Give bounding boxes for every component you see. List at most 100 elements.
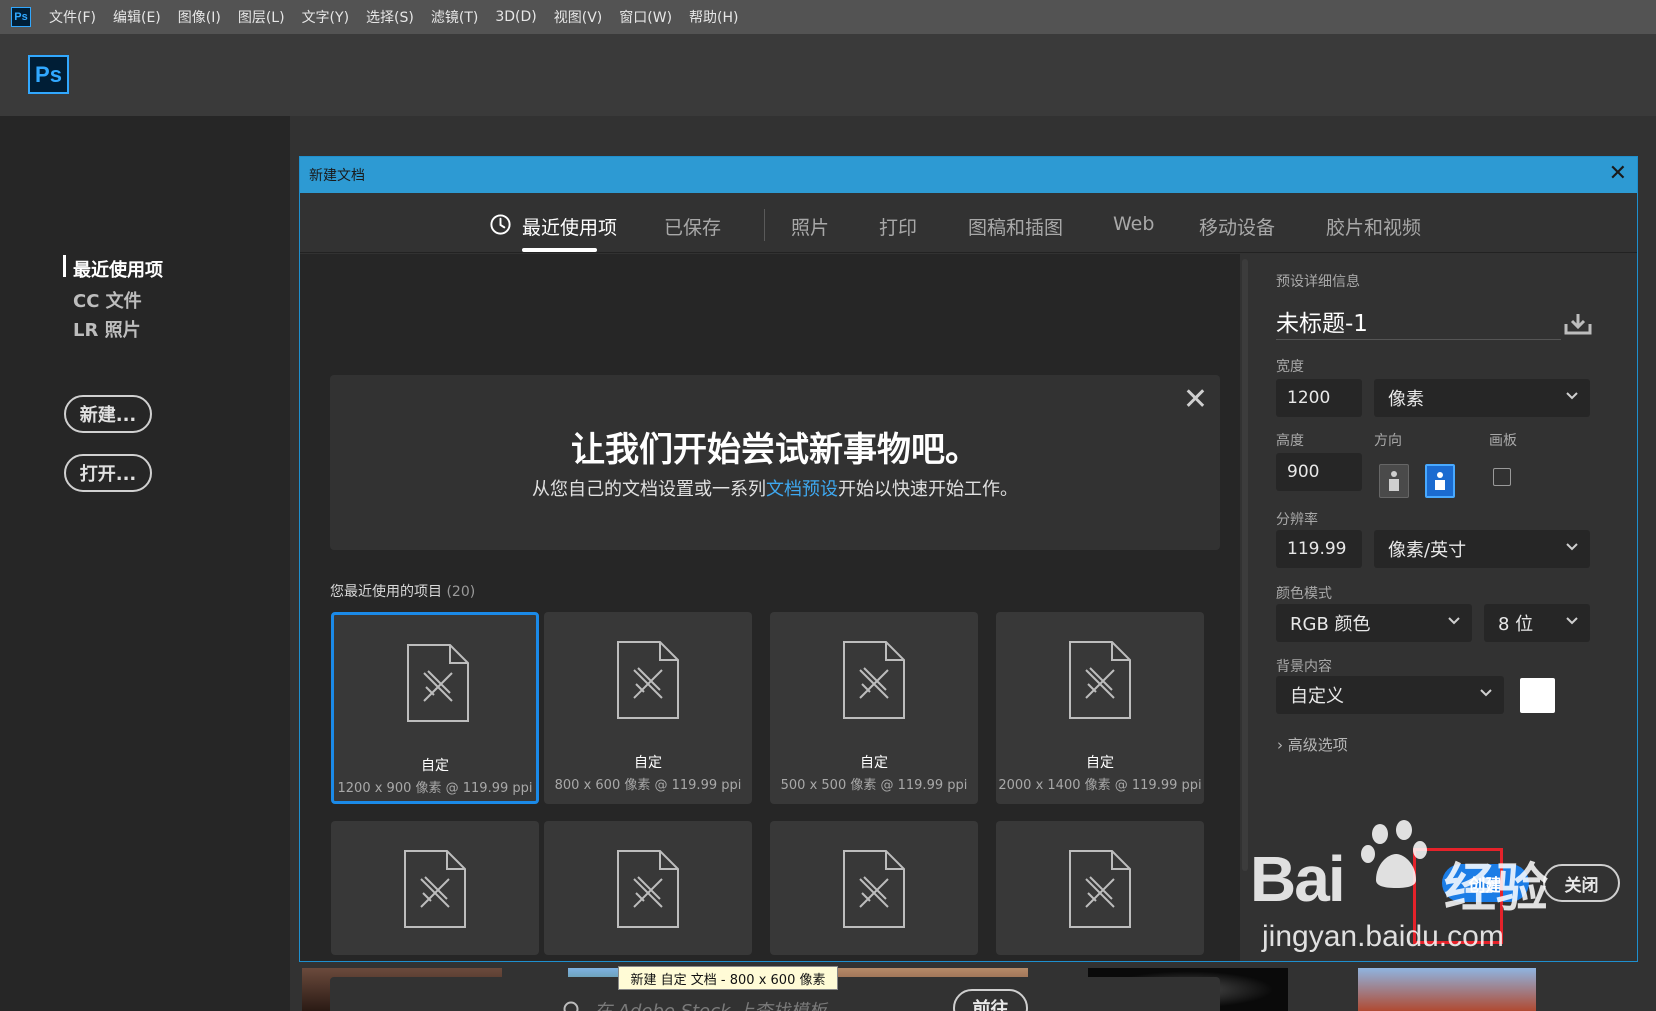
preset-card-spec: 1200 x 900 像素 @ 119.99 ppi	[337, 781, 533, 796]
home-new-button[interactable]: 新建...	[64, 395, 152, 433]
tab-saved[interactable]: 已保存	[664, 213, 721, 240]
tab-web[interactable]: Web	[1113, 213, 1154, 235]
close-banner-icon[interactable]: ✕	[1183, 385, 1208, 415]
nav-recent[interactable]: 最近使用项	[73, 256, 163, 282]
preset-card[interactable]: 自定 2000 x 1400 像素 @ 119.99 ppi	[996, 612, 1204, 804]
resolution-input[interactable]: 119.99	[1276, 530, 1362, 568]
recent-file-thumbnail[interactable]	[1358, 968, 1536, 1011]
resolution-label: 分辨率	[1276, 512, 1318, 528]
stock-go-button[interactable]: 前往	[953, 989, 1028, 1011]
artboard-checkbox[interactable]	[1493, 468, 1511, 486]
chevron-down-icon	[1566, 617, 1578, 625]
preset-card-spec: 2000 x 1400 像素 @ 119.99 ppi	[998, 778, 1202, 793]
preset-card[interactable]: 自定 500 x 500 像素 @ 119.99 ppi	[770, 612, 978, 804]
search-icon	[563, 1001, 579, 1011]
preset-card-name: 自定	[421, 758, 449, 774]
menu-view[interactable]: 视图(V)	[554, 7, 603, 27]
dialog-close-icon[interactable]: ✕	[1609, 163, 1627, 185]
tab-art-illustration[interactable]: 图稿和插图	[968, 213, 1063, 240]
new-document-dialog: 新建文档 ✕ 最近使用项 已保存 照片 打印 图稿和插图 Web 移动设备 胶片…	[299, 156, 1638, 1011]
portrait-orientation-icon[interactable]	[1379, 464, 1409, 498]
document-name-input[interactable]: 未标题-1	[1276, 304, 1561, 340]
preset-card-name: 自定	[860, 755, 888, 771]
width-unit-value: 像素	[1388, 389, 1424, 410]
menu-help[interactable]: 帮助(H)	[689, 7, 738, 27]
welcome-subtitle-text: 开始以快速开始工作。	[838, 479, 1018, 500]
chevron-down-icon	[1566, 543, 1578, 551]
resolution-unit-select[interactable]: 像素/英寸	[1374, 530, 1590, 568]
dialog-title: 新建文档	[309, 168, 365, 184]
preset-tabs: 最近使用项 已保存 照片 打印 图稿和插图 Web 移动设备 胶片和视频	[300, 193, 1637, 253]
close-button[interactable]: 关闭	[1543, 864, 1620, 902]
preset-card[interactable]: 自定 1200 x 900 像素 @ 119.99 ppi	[331, 612, 539, 804]
recent-items-title: 您最近使用的项目	[330, 584, 442, 600]
preset-details-label: 预设详细信息	[1276, 274, 1360, 290]
menu-window[interactable]: 窗口(W)	[619, 7, 672, 27]
chevron-right-icon: ›	[1277, 736, 1283, 754]
tab-mobile[interactable]: 移动设备	[1199, 213, 1275, 240]
color-mode-value: RGB 颜色	[1290, 614, 1371, 635]
chevron-down-icon	[1566, 392, 1578, 400]
tab-print[interactable]: 打印	[879, 213, 917, 240]
menu-select[interactable]: 选择(S)	[366, 7, 414, 27]
bit-depth-value: 8 位	[1498, 614, 1534, 635]
document-preset-icon	[617, 850, 679, 928]
width-unit-select[interactable]: 像素	[1374, 379, 1590, 417]
preset-card[interactable]	[996, 821, 1204, 955]
clock-icon	[490, 214, 511, 235]
preset-card-spec: 500 x 500 像素 @ 119.99 ppi	[780, 778, 968, 793]
tab-photo[interactable]: 照片	[791, 213, 829, 240]
nav-cc-files[interactable]: CC 文件	[73, 287, 142, 313]
tab-recent[interactable]: 最近使用项	[522, 213, 617, 240]
document-presets-link[interactable]: 文档预设	[766, 479, 838, 500]
menu-image[interactable]: 图像(I)	[178, 7, 221, 27]
save-preset-icon[interactable]	[1562, 312, 1594, 336]
menu-file[interactable]: 文件(F)	[49, 7, 96, 27]
document-preset-icon	[1069, 641, 1131, 719]
welcome-banner: 让我们开始尝试新事物吧。 从您自己的文档设置或一系列文档预设开始以快速开始工作。…	[330, 375, 1220, 550]
color-mode-select[interactable]: RGB 颜色	[1276, 604, 1472, 642]
preset-card[interactable]: 自定 800 x 600 像素 @ 119.99 ppi	[544, 612, 752, 804]
presets-area: 让我们开始尝试新事物吧。 从您自己的文档设置或一系列文档预设开始以快速开始工作。…	[300, 254, 1240, 1011]
menu-bar: Ps 文件(F) 编辑(E) 图像(I) 图层(L) 文字(Y) 选择(S) 滤…	[0, 0, 1656, 34]
menu-type[interactable]: 文字(Y)	[302, 7, 349, 27]
home-sidebar	[0, 116, 290, 1011]
ps-home-logo: Ps	[28, 55, 69, 94]
home-open-button[interactable]: 打开...	[64, 454, 152, 492]
height-label: 高度	[1276, 433, 1304, 449]
width-input[interactable]: 1200	[1276, 379, 1362, 417]
background-label: 背景内容	[1276, 659, 1332, 675]
document-preset-icon	[407, 644, 469, 722]
bit-depth-select[interactable]: 8 位	[1484, 604, 1590, 642]
recent-items-count: (20)	[446, 584, 476, 600]
menu-layer[interactable]: 图层(L)	[238, 7, 285, 27]
tab-separator	[764, 209, 765, 241]
annotation-highlight-box	[1413, 848, 1503, 944]
background-select[interactable]: 自定义	[1276, 676, 1504, 714]
preset-card[interactable]	[770, 821, 978, 955]
presets-scrollbar[interactable]	[1242, 259, 1248, 871]
stock-search-input[interactable]: 在 Adobe Stock 上查找模板	[594, 993, 930, 1011]
preset-card[interactable]	[331, 821, 539, 955]
ps-app-icon[interactable]: Ps	[11, 7, 31, 27]
preset-card-spec: 800 x 600 像素 @ 119.99 ppi	[554, 778, 742, 793]
landscape-orientation-icon[interactable]	[1425, 464, 1455, 498]
menu-edit[interactable]: 编辑(E)	[113, 7, 161, 27]
background-color-swatch[interactable]	[1520, 678, 1555, 713]
tab-film-video[interactable]: 胶片和视频	[1326, 213, 1421, 240]
preset-card[interactable]	[544, 821, 752, 955]
welcome-title: 让我们开始尝试新事物吧。	[571, 430, 979, 470]
nav-lr-photos[interactable]: LR 照片	[73, 316, 141, 342]
document-preset-icon	[404, 850, 466, 928]
height-input[interactable]: 900	[1276, 453, 1362, 491]
background-value: 自定义	[1290, 686, 1344, 707]
document-preset-icon	[1069, 850, 1131, 928]
menu-filter[interactable]: 滤镜(T)	[431, 7, 478, 27]
preset-tooltip: 新建 自定 文档 - 800 x 600 像素	[618, 966, 838, 990]
menu-3d[interactable]: 3D(D)	[495, 9, 536, 25]
advanced-options-toggle[interactable]: › 高级选项	[1277, 734, 1348, 755]
home-header	[0, 34, 1656, 116]
document-preset-icon	[843, 641, 905, 719]
document-preset-icon	[843, 850, 905, 928]
active-tab-underline	[522, 248, 597, 252]
